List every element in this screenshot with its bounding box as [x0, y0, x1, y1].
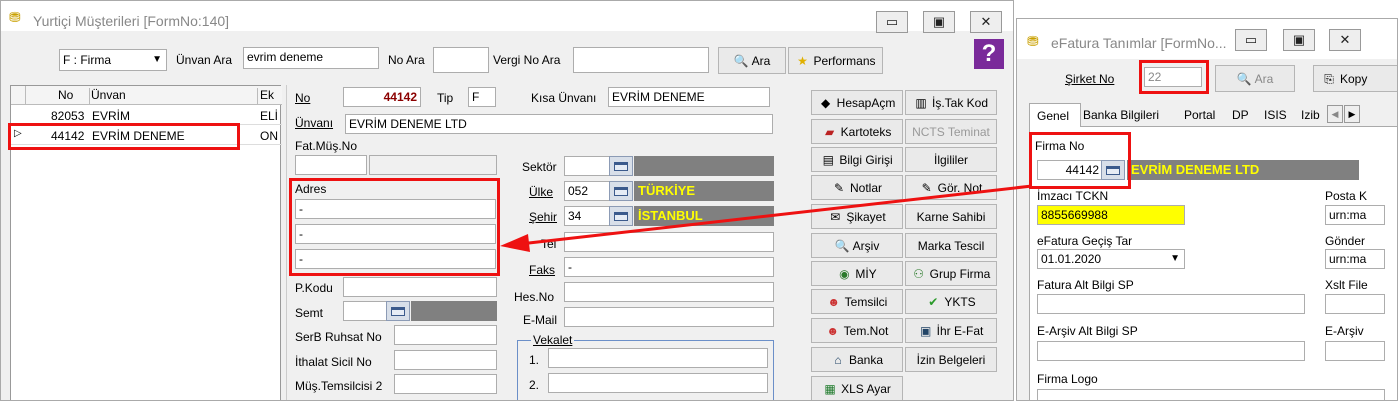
annotation-arrow	[500, 184, 1033, 252]
annotation-arrow-head	[500, 234, 530, 252]
annotation-arrow-line	[519, 184, 1033, 246]
